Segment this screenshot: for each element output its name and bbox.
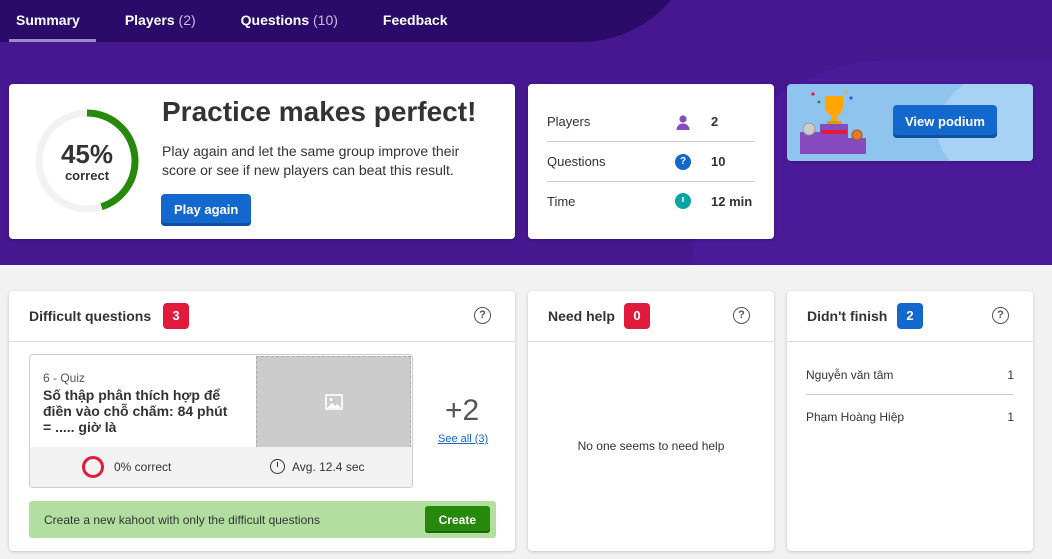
summary-description: Play again and let the same group improv…	[162, 143, 460, 178]
question-card[interactable]: 6 - Quiz Số thập phân thích hợp để điền …	[29, 354, 413, 488]
didnt-finish-card: Didn't finish 2 ? Nguyễn văn tâm 1 Phạm …	[787, 291, 1033, 551]
stat-label: Questions	[547, 154, 606, 169]
more-questions-count: +2	[445, 394, 480, 427]
tab-summary[interactable]: Summary	[9, 0, 96, 42]
player-row[interactable]: Nguyễn văn tâm 1	[806, 355, 1014, 395]
create-button[interactable]: Create	[424, 506, 490, 533]
player-name: Phạm Hoàng Hiệp	[806, 410, 905, 424]
player-value: 1	[1007, 368, 1014, 382]
question-correct: 0% correct	[114, 460, 172, 474]
stat-time-row: Time 12 min	[547, 181, 755, 221]
player-name: Nguyễn văn tâm	[806, 368, 894, 382]
tab-questions-label: Questions	[240, 12, 310, 28]
didnt-finish-count-badge: 2	[897, 303, 923, 329]
trophy-podium-icon	[800, 90, 866, 154]
podium-card: View podium	[787, 84, 1033, 161]
image-icon	[324, 394, 343, 410]
need-help-header: Need help 0 ?	[528, 291, 774, 342]
tab-feedback-label: Feedback	[382, 12, 448, 28]
clock-icon	[675, 193, 691, 209]
create-kahoot-banner: Create a new kahoot with only the diffic…	[29, 501, 496, 538]
help-icon[interactable]: ?	[992, 307, 1009, 324]
summary-card: 45% correct Practice makes perfect! Play…	[9, 84, 515, 239]
need-help-empty-message: No one seems to need help	[577, 439, 725, 453]
didnt-finish-header: Didn't finish 2 ?	[787, 291, 1033, 342]
create-kahoot-text: Create a new kahoot with only the diffic…	[44, 513, 320, 527]
tab-players-count: (2)	[178, 12, 196, 28]
question-icon: ?	[675, 153, 691, 170]
tab-questions[interactable]: Questions (10)	[234, 0, 354, 42]
report-tabs: Summary Players (2) Questions (10) Feedb…	[0, 0, 486, 42]
person-icon	[675, 114, 691, 130]
need-help-card: Need help 0 ? No one seems to need help	[528, 291, 774, 551]
difficult-questions-header: Difficult questions 3 ?	[9, 291, 515, 342]
stat-value: 2	[711, 114, 719, 129]
help-icon[interactable]: ?	[733, 307, 750, 324]
question-stats: 0% correct Avg. 12.4 sec	[30, 447, 412, 487]
stats-card: Players 2 Questions ? 10 Time 12 min	[528, 84, 774, 239]
stat-players-row: Players 2	[547, 102, 755, 142]
see-all-link[interactable]: See all (3)	[438, 433, 488, 445]
summary-title: Practice makes perfect!	[162, 96, 477, 127]
image-placeholder	[256, 356, 411, 448]
percent-value: 45%	[60, 138, 114, 169]
stat-label: Time	[547, 193, 576, 209]
player-row[interactable]: Phạm Hoàng Hiệp 1	[806, 397, 1014, 437]
difficult-questions-card: Difficult questions 3 ? 6 - Quiz Số thập…	[9, 291, 515, 551]
correct-percentage: 45% correct	[33, 107, 141, 215]
need-help-title: Need help	[548, 308, 615, 324]
correct-ring-icon	[82, 456, 104, 478]
player-value: 1	[1007, 410, 1014, 424]
tab-players[interactable]: Players (2)	[118, 0, 212, 42]
tab-summary-label: Summary	[16, 12, 80, 28]
question-avg-time: Avg. 12.4 sec	[292, 460, 365, 474]
stat-value: 10	[711, 154, 726, 169]
stat-label: Players	[547, 114, 591, 129]
question-text: Số thập phân thích hợp để điền vào chỗ c…	[43, 387, 228, 435]
didnt-finish-title: Didn't finish	[807, 308, 888, 324]
help-icon[interactable]: ?	[474, 307, 491, 324]
view-podium-button[interactable]: View podium	[893, 105, 997, 138]
tab-questions-count: (10)	[313, 12, 338, 28]
stat-questions-row: Questions ? 10	[547, 142, 755, 182]
timer-icon	[270, 459, 285, 474]
difficult-count-badge: 3	[163, 303, 189, 329]
percent-label: correct	[64, 167, 110, 183]
tab-feedback[interactable]: Feedback	[376, 0, 464, 42]
question-type: 6 - Quiz	[43, 371, 86, 385]
tab-players-label: Players	[124, 12, 175, 28]
need-help-count-badge: 0	[624, 303, 650, 329]
stat-value: 12 min	[711, 193, 753, 209]
difficult-questions-title: Difficult questions	[29, 308, 152, 324]
play-again-button[interactable]: Play again	[161, 194, 252, 226]
